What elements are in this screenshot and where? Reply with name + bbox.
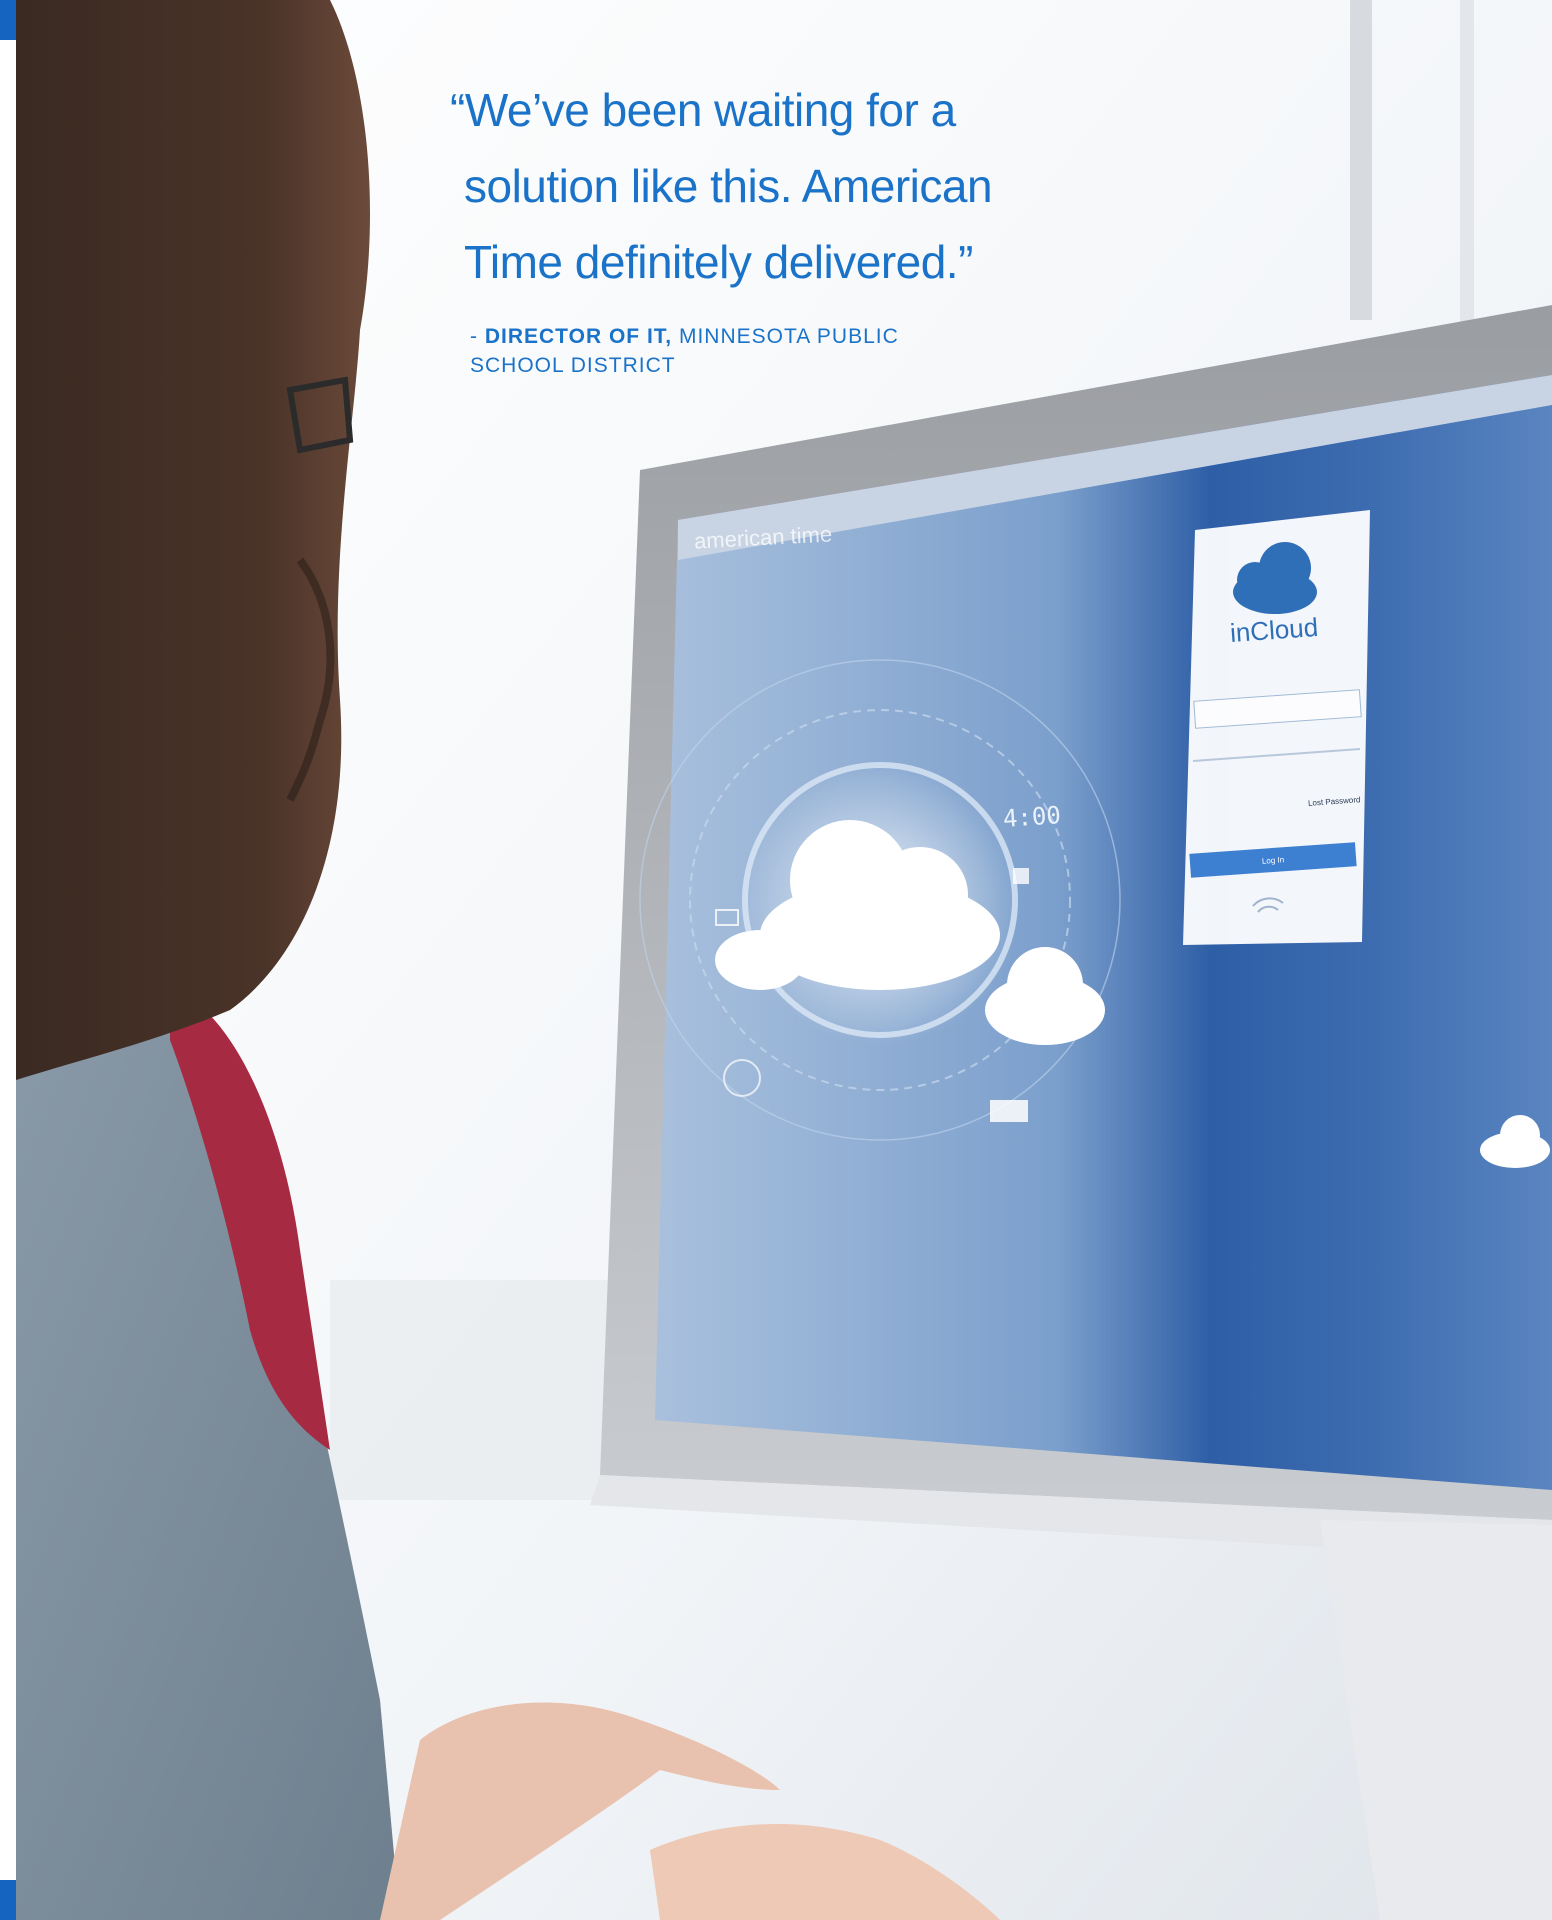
quote-line: Time definitely delivered.” xyxy=(464,236,973,288)
testimonial-attribution: - DIRECTOR OF IT, MINNESOTA PUBLIC SCHOO… xyxy=(450,322,1070,380)
brand-accent-bar xyxy=(0,1880,16,1920)
attribution-prefix: - xyxy=(470,325,485,348)
brand-accent-bar xyxy=(0,0,16,40)
attribution-role: DIRECTOR OF IT, xyxy=(484,325,673,348)
attribution-organization: MINNESOTA PUBLIC xyxy=(678,325,899,348)
incloud-brand: inCloud xyxy=(1229,611,1320,649)
quote-line: solution like this. American xyxy=(464,160,993,212)
attribution-organization: SCHOOL DISTRICT xyxy=(470,354,676,377)
testimonial-quote: “We’ve been waiting for a solution like … xyxy=(450,72,1070,300)
calendar-icon xyxy=(1013,868,1029,884)
window-frame xyxy=(1350,0,1372,320)
window-frame xyxy=(1460,0,1474,330)
quote-line: “We’ve been waiting for a xyxy=(450,84,956,136)
link-icon xyxy=(990,1100,1028,1122)
page-edge xyxy=(0,40,16,1880)
testimonial: “We’ve been waiting for a solution like … xyxy=(450,72,1070,380)
clock-readout: 4:00 xyxy=(1002,801,1062,833)
